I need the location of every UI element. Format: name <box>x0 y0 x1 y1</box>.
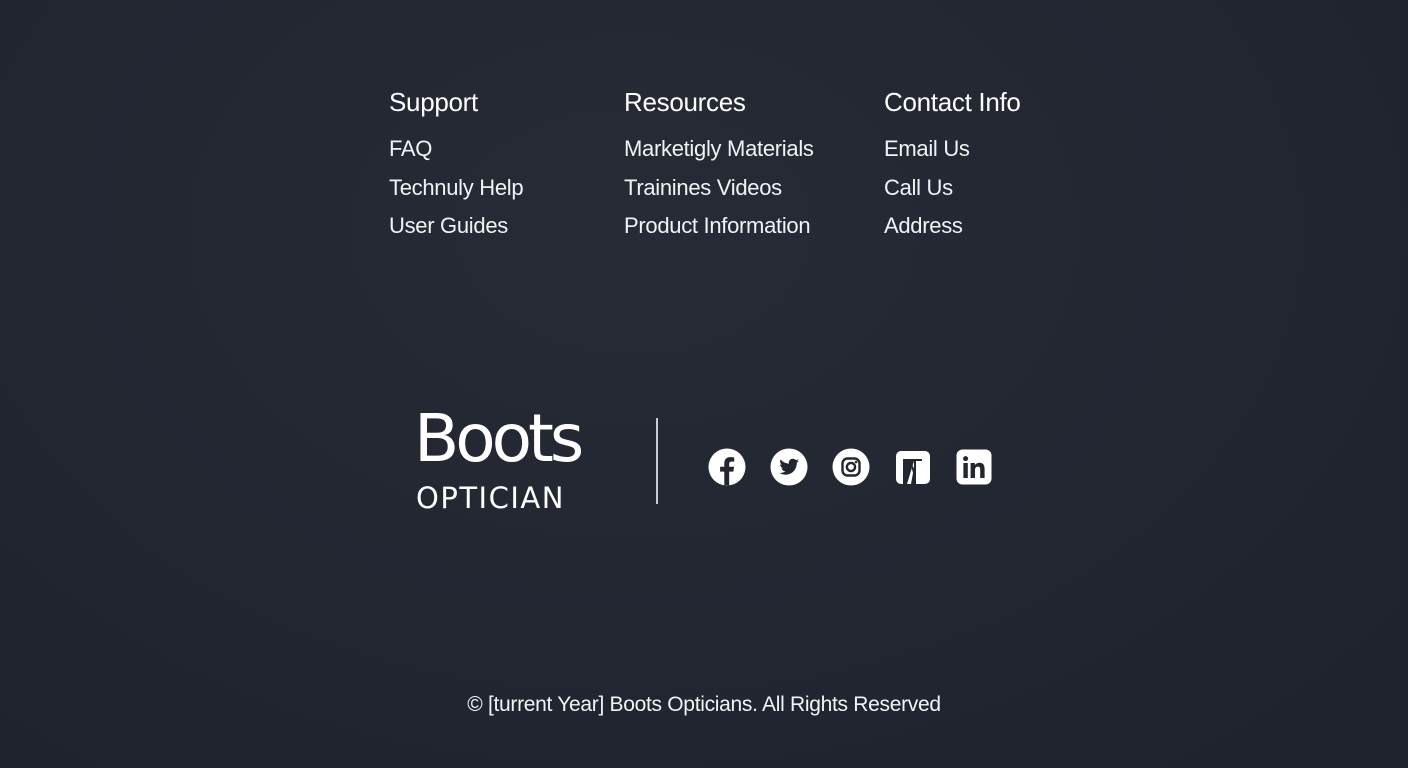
logo-divider <box>656 418 658 504</box>
copyright-text: © [turrent Year] Boots Opticians. All Ri… <box>467 693 941 716</box>
marketing-materials-link[interactable]: Marketigly Materials <box>624 130 814 169</box>
support-heading: Support <box>389 87 478 117</box>
facebook-icon[interactable] <box>708 448 746 486</box>
support-links: FAQ Technuly Help User Guides <box>389 130 524 246</box>
logo-wordmark: Boots <box>414 400 584 477</box>
resources-heading: Resources <box>624 87 746 117</box>
product-information-link[interactable]: Product Information <box>624 207 814 246</box>
technical-help-link[interactable]: Technuly Help <box>389 169 524 208</box>
resources-links: Marketigly Materials Trainines Videos Pr… <box>624 130 814 246</box>
faq-link[interactable]: FAQ <box>389 130 523 169</box>
footer-column-contact: Contact Info Email Us Call Us Address <box>884 86 1021 246</box>
user-guides-link[interactable]: User Guides <box>389 207 523 246</box>
brand-square-icon[interactable] <box>894 448 932 486</box>
site-footer: Support FAQ Technuly Help User Guides Re… <box>0 0 1408 768</box>
contact-links: Email Us Call Us Address <box>884 130 1021 246</box>
footer-column-support: Support FAQ Technuly Help User Guides <box>389 86 524 246</box>
call-us-link[interactable]: Call Us <box>884 169 1021 208</box>
address-link[interactable]: Address <box>884 207 1021 246</box>
logo-subtitle: OPTICIAN <box>416 481 565 515</box>
footer-column-resources: Resources Marketigly Materials Trainines… <box>624 86 814 246</box>
boots-optician-logo[interactable]: Boots OPTICIAN <box>414 404 604 516</box>
email-us-link[interactable]: Email Us <box>884 130 1021 169</box>
instagram-icon[interactable] <box>832 448 870 486</box>
linkedin-icon[interactable] <box>955 448 993 486</box>
contact-heading: Contact Info <box>884 87 1021 117</box>
twitter-icon[interactable] <box>770 448 808 486</box>
training-videos-link[interactable]: Trainines Videos <box>624 169 814 208</box>
